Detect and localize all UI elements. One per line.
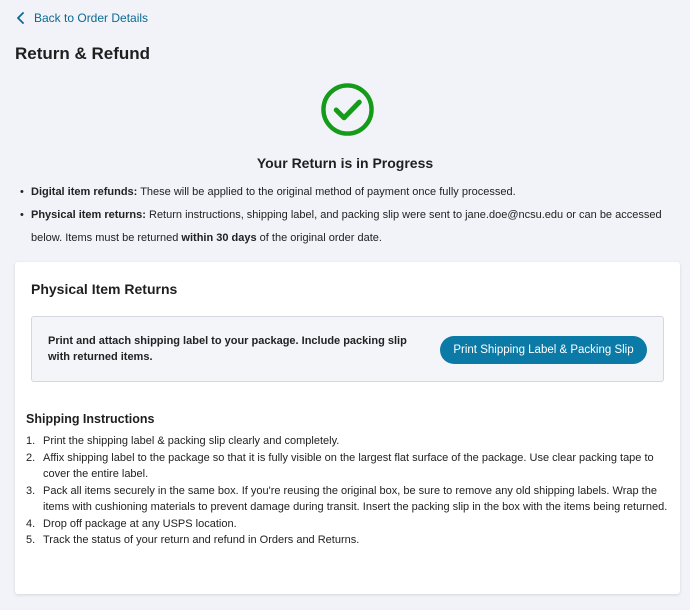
step-text: Print the shipping label & packing slip …	[43, 435, 340, 447]
digital-refund-info: Digital item refunds: These will be appl…	[20, 181, 685, 204]
step-text: Drop off package at any USPS location.	[43, 517, 237, 530]
check-circle-icon	[321, 83, 374, 136]
step-number: 4.	[26, 517, 36, 530]
digital-refund-label: Digital item refunds:	[31, 186, 138, 198]
return-window: within 30 days	[181, 232, 257, 244]
step-number: 2.	[26, 451, 36, 464]
physical-returns-title: Physical Item Returns	[31, 281, 178, 297]
instruction-step: 3. Pack all items securely in the same b…	[26, 483, 676, 516]
instruction-step: 4. Drop off package at any USPS location…	[26, 516, 676, 533]
instruction-step: 5. Track the status of your return and r…	[26, 532, 676, 549]
notice-text: Print and attach shipping label to your …	[48, 335, 407, 363]
shipping-instructions-list: 1. Print the shipping label & packing sl…	[26, 433, 676, 549]
physical-returns-card: Physical Item Returns Print and attach s…	[15, 262, 680, 594]
instruction-step: 1. Print the shipping label & packing sl…	[26, 433, 676, 450]
back-link-label: Back to Order Details	[34, 11, 149, 25]
digital-refund-text: These will be applied to the original me…	[137, 186, 516, 198]
chevron-left-icon	[17, 12, 24, 24]
physical-return-label: Physical item returns:	[31, 209, 146, 221]
step-number: 3.	[26, 484, 36, 497]
shipping-label-notice: Print and attach shipping label to your …	[31, 316, 664, 382]
step-number: 1.	[26, 435, 36, 447]
step-text: Pack all items securely in the same box.…	[43, 484, 668, 514]
step-number: 5.	[26, 534, 36, 546]
refund-info-list: Digital item refunds: These will be appl…	[20, 181, 685, 250]
success-status	[320, 82, 375, 137]
physical-return-tail: of the original order date.	[256, 232, 382, 244]
instruction-step: 2. Affix shipping label to the package s…	[26, 450, 676, 483]
step-text: Track the status of your return and refu…	[43, 534, 360, 546]
page-title: Return & Refund	[15, 44, 151, 63]
step-text: Affix shipping label to the package so t…	[43, 451, 654, 481]
back-to-order-details-link[interactable]: Back to Order Details	[16, 11, 148, 25]
physical-return-info: Physical item returns: Return instructio…	[20, 204, 685, 250]
return-status-heading: Your Return is in Progress	[256, 155, 434, 171]
print-shipping-label-button[interactable]: Print Shipping Label & Packing Slip	[440, 336, 647, 364]
shipping-instructions-title: Shipping Instructions	[26, 412, 155, 426]
